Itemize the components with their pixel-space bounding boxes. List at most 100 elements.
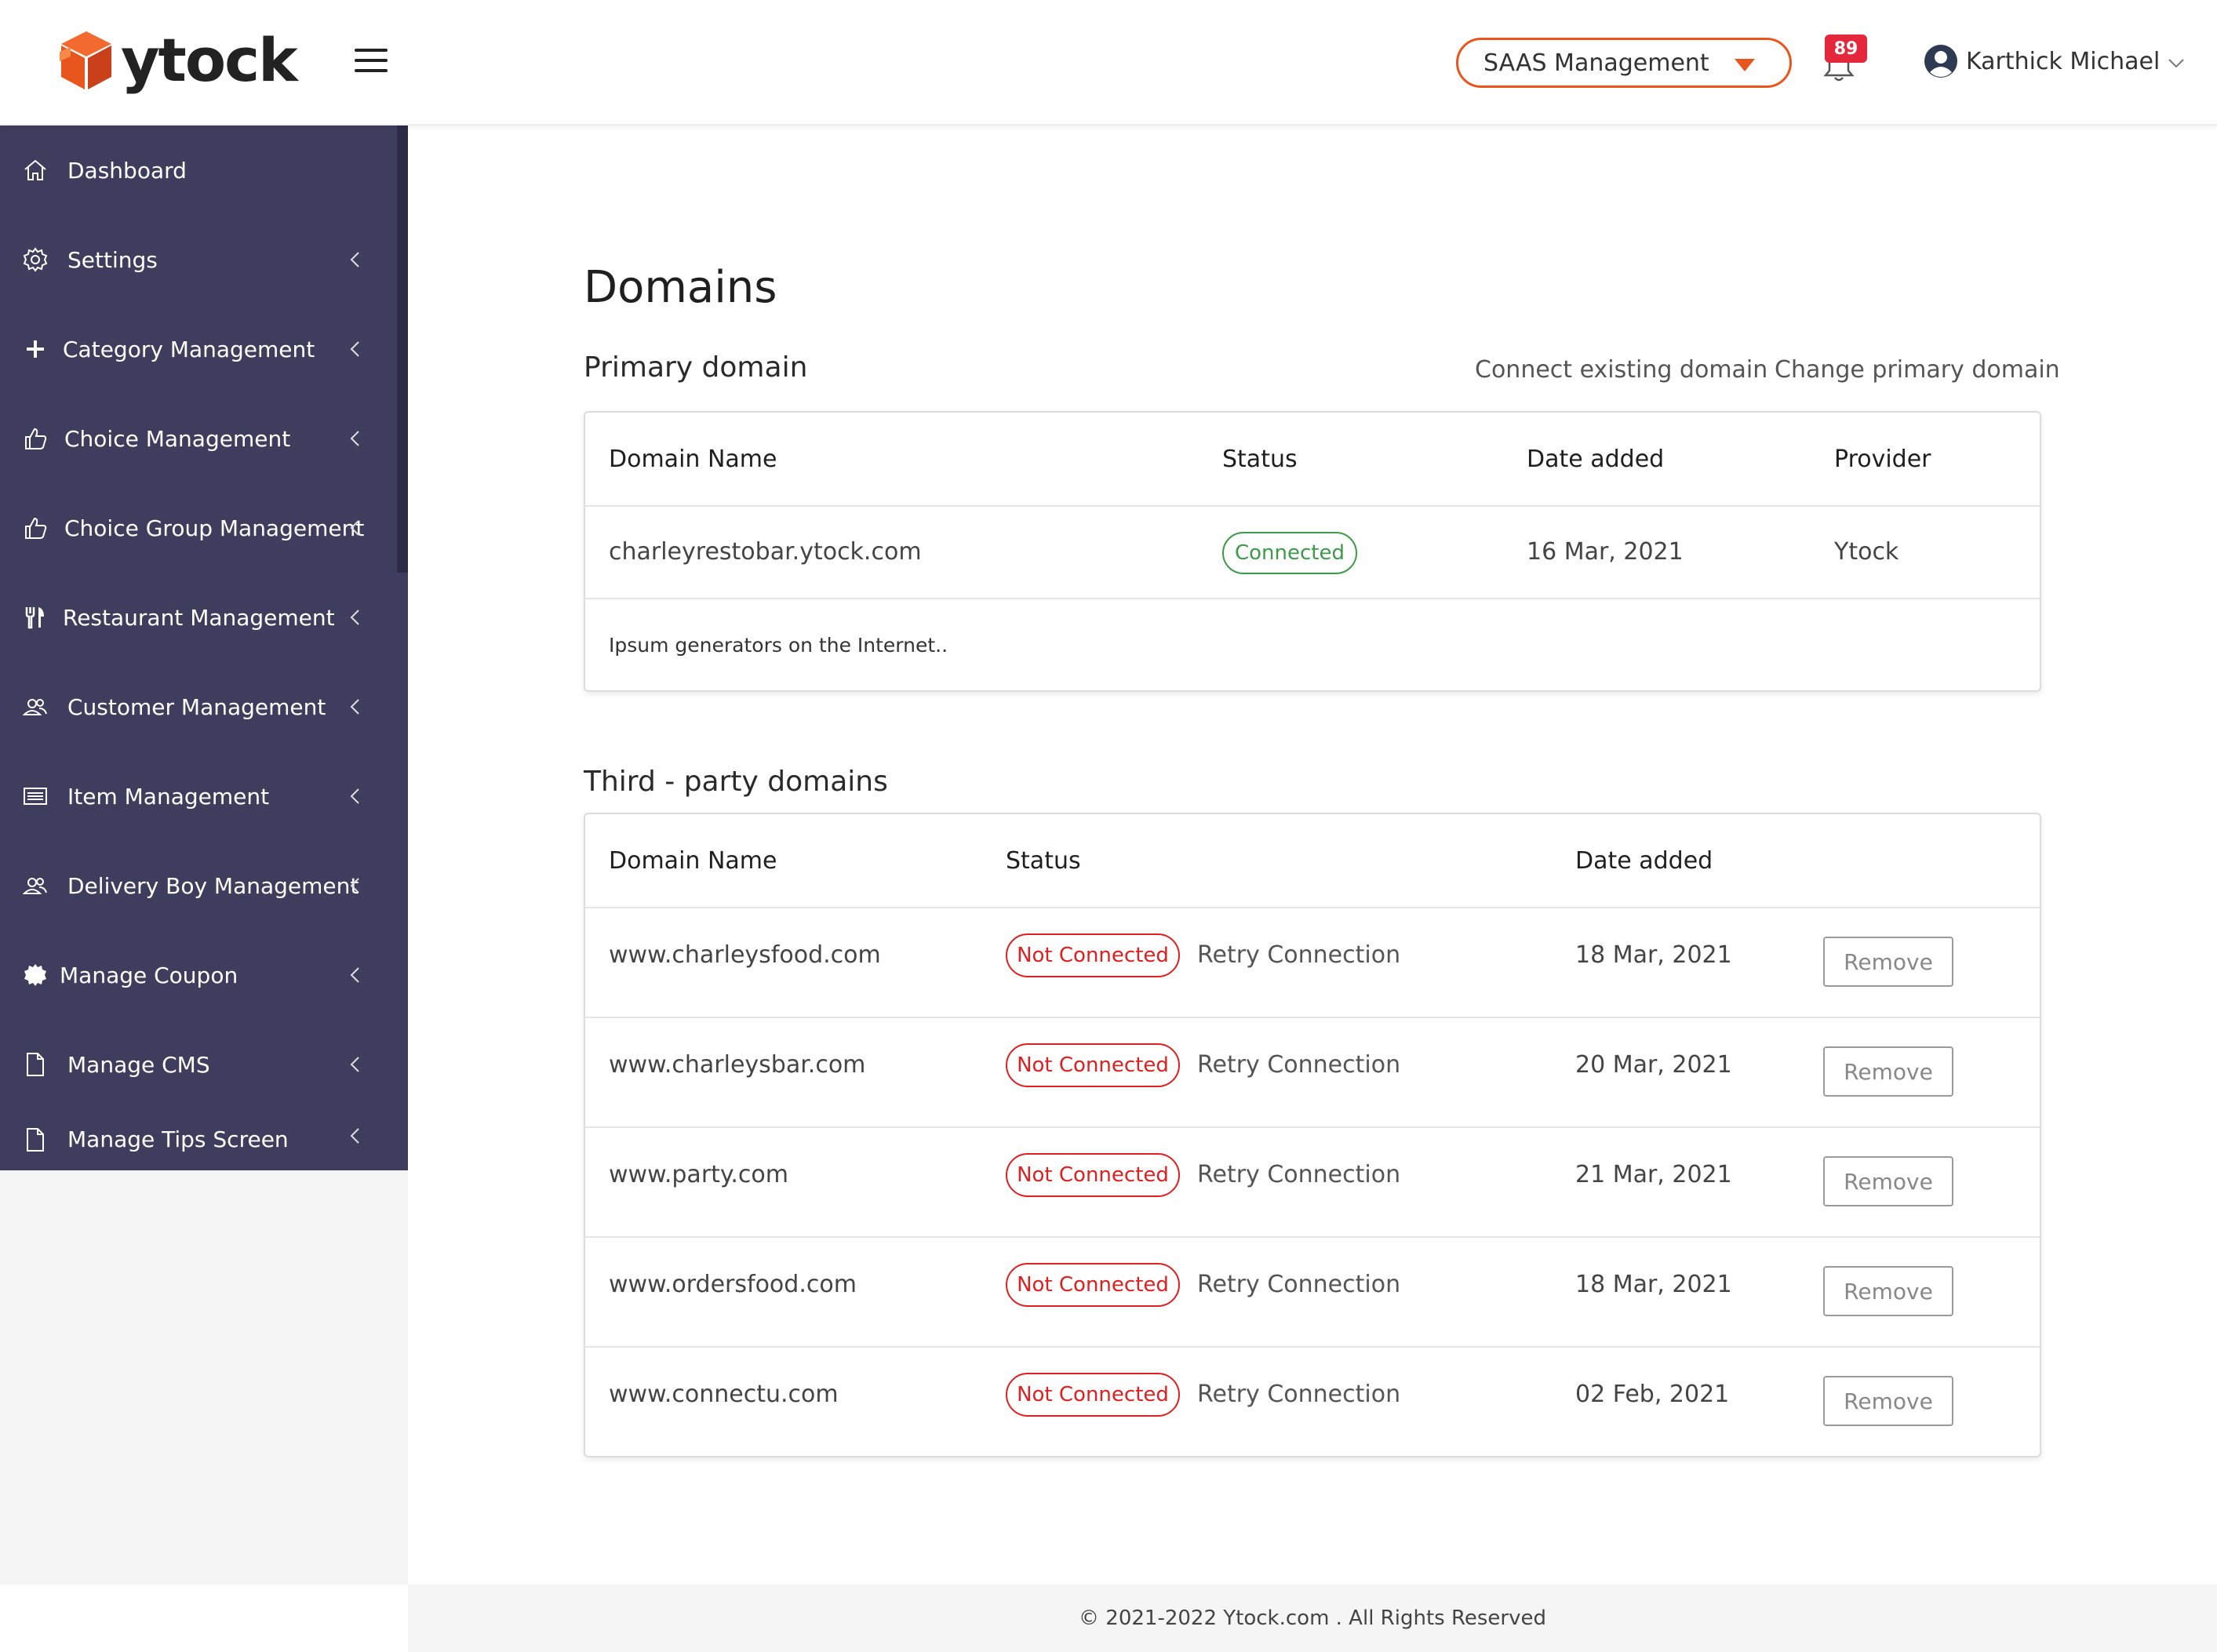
sidebar-scrollbar[interactable] (397, 126, 408, 573)
status-badge-not-connected: Not Connected (1006, 933, 1180, 977)
top-header: ytock SAAS Management 89 Karthick Michae… (0, 0, 2217, 126)
caret-down-icon (1735, 59, 1755, 71)
sidebar-item-label: Category Management (63, 336, 315, 362)
sidebar-item-choice-management[interactable]: Choice Management (0, 394, 397, 483)
retry-connection-link[interactable]: Retry Connection (1197, 1381, 1400, 1408)
sidebar-item-label: Delivery Boy Management (67, 872, 359, 899)
brand-name: ytock (121, 25, 298, 95)
sidebar-item-label: Manage CMS (67, 1051, 210, 1078)
footer: © 2021-2022 Ytock.com . All Rights Reser… (408, 1585, 2217, 1652)
home-icon (24, 159, 46, 180)
date-added: 20 Mar, 2021 (1575, 1051, 1732, 1079)
table-row: www.charleysfood.com Not Connected Retry… (585, 908, 2040, 1018)
domain-name: www.charleysfood.com (609, 941, 881, 969)
domain-note: Ipsum generators on the Internet.. (609, 634, 948, 657)
remove-button[interactable]: Remove (1823, 1156, 1953, 1206)
sidebar-item-delivery-boy-management[interactable]: Delivery Boy Management (0, 841, 397, 930)
plus-icon (27, 340, 44, 358)
notification-badge: 89 (1825, 35, 1867, 63)
domain-name: www.connectu.com (609, 1381, 839, 1408)
domain-name: www.ordersfood.com (609, 1271, 857, 1298)
status-badge-not-connected: Not Connected (1006, 1153, 1180, 1197)
column-header-provider: Provider (1834, 446, 1931, 473)
domain-name: www.charleysbar.com (609, 1051, 866, 1079)
table-row: www.ordersfood.com Not Connected Retry C… (585, 1238, 2040, 1348)
column-header-domain-name: Domain Name (609, 446, 777, 473)
table-header-row: Domain Name Status Date added (585, 814, 2040, 908)
date-added: 21 Mar, 2021 (1575, 1161, 1732, 1188)
primary-domain-title: Primary domain (584, 351, 808, 384)
retry-connection-link[interactable]: Retry Connection (1197, 1271, 1400, 1298)
sidebar-empty-area (0, 1170, 408, 1585)
chevron-left-icon (350, 252, 359, 267)
chevron-left-icon (350, 967, 359, 983)
chevron-left-icon (350, 699, 359, 715)
list-icon (24, 788, 47, 805)
remove-button[interactable]: Remove (1823, 937, 1953, 987)
cube-logo-icon (60, 31, 111, 89)
sidebar-item-label: Choice Management (64, 425, 291, 452)
change-primary-domain-link[interactable]: Change primary domain (1775, 356, 2060, 384)
workspace-select[interactable]: SAAS Management (1456, 38, 1792, 88)
primary-domain-table: Domain Name Status Date added Provider c… (584, 411, 2041, 692)
sidebar-item-manage-cms[interactable]: Manage CMS (0, 1020, 397, 1109)
provider: Ytock (1834, 538, 1899, 566)
sidebar-item-label: Settings (67, 246, 158, 273)
column-header-date-added: Date added (1527, 446, 1665, 473)
coupon-icon (24, 964, 46, 986)
table-note-row: Ipsum generators on the Internet.. (585, 599, 2040, 692)
sidebar-item-label: Customer Management (67, 693, 326, 720)
retry-connection-link[interactable]: Retry Connection (1197, 1161, 1400, 1188)
sidebar-item-label: Restaurant Management (63, 604, 335, 631)
users-icon (22, 699, 47, 715)
column-header-date-added: Date added (1575, 847, 1713, 875)
sidebar-item-restaurant-management[interactable]: Restaurant Management (0, 573, 397, 662)
status-badge-connected: Connected (1222, 532, 1357, 574)
third-party-domains-title: Third - party domains (584, 766, 888, 798)
remove-button[interactable]: Remove (1823, 1266, 1953, 1316)
file-icon (27, 1053, 44, 1076)
sidebar-item-dashboard[interactable]: Dashboard (0, 126, 397, 215)
retry-connection-link[interactable]: Retry Connection (1197, 941, 1400, 969)
sidebar-item-settings[interactable]: Settings (0, 215, 397, 304)
chevron-left-icon (350, 520, 359, 536)
table-row: www.connectu.com Not Connected Retry Con… (585, 1348, 2040, 1457)
sidebar-item-label: Manage Coupon (60, 962, 238, 988)
column-header-status: Status (1222, 446, 1298, 473)
menu-toggle-icon[interactable] (355, 49, 388, 72)
chevron-left-icon (350, 1128, 359, 1144)
column-header-domain-name: Domain Name (609, 847, 777, 875)
date-added: 16 Mar, 2021 (1527, 538, 1684, 566)
gear-icon (23, 247, 48, 272)
sidebar-item-label: Manage Tips Screen (67, 1126, 289, 1152)
status-badge-not-connected: Not Connected (1006, 1043, 1180, 1087)
user-name: Karthick Michael (1966, 47, 2161, 75)
sidebar-item-label: Dashboard (67, 157, 187, 184)
thumbs-up-icon (25, 517, 47, 539)
column-header-status: Status (1006, 847, 1081, 875)
remove-button[interactable]: Remove (1823, 1376, 1953, 1426)
third-party-domains-table: Domain Name Status Date added www.charle… (584, 813, 2041, 1457)
users-icon (22, 878, 47, 894)
user-menu[interactable]: Karthick Michael (1924, 44, 2185, 78)
date-added: 18 Mar, 2021 (1575, 941, 1732, 969)
table-row: charleyrestobar.ytock.com Connected 16 M… (585, 507, 2040, 599)
sidebar: Dashboard Settings Category Management C… (0, 126, 408, 1170)
status-badge-not-connected: Not Connected (1006, 1373, 1180, 1417)
connect-existing-domain-link[interactable]: Connect existing domain (1475, 356, 1767, 384)
chevron-down-icon (2168, 59, 2184, 68)
retry-connection-link[interactable]: Retry Connection (1197, 1051, 1400, 1079)
table-row: www.party.com Not Connected Retry Connec… (585, 1128, 2040, 1238)
sidebar-item-customer-management[interactable]: Customer Management (0, 662, 397, 751)
remove-button[interactable]: Remove (1823, 1046, 1953, 1097)
sidebar-item-item-management[interactable]: Item Management (0, 751, 397, 841)
brand-logo[interactable]: ytock (56, 25, 298, 95)
sidebar-item-choice-group-management[interactable]: Choice Group Management (0, 483, 397, 573)
sidebar-item-label: Item Management (67, 783, 270, 810)
sidebar-item-manage-coupon[interactable]: Manage Coupon (0, 930, 397, 1020)
date-added: 02 Feb, 2021 (1575, 1381, 1730, 1408)
sidebar-item-manage-tips-screen[interactable]: Manage Tips Screen (0, 1109, 397, 1170)
chevron-left-icon (350, 431, 359, 446)
chevron-left-icon (350, 878, 359, 893)
sidebar-item-category-management[interactable]: Category Management (0, 304, 397, 394)
